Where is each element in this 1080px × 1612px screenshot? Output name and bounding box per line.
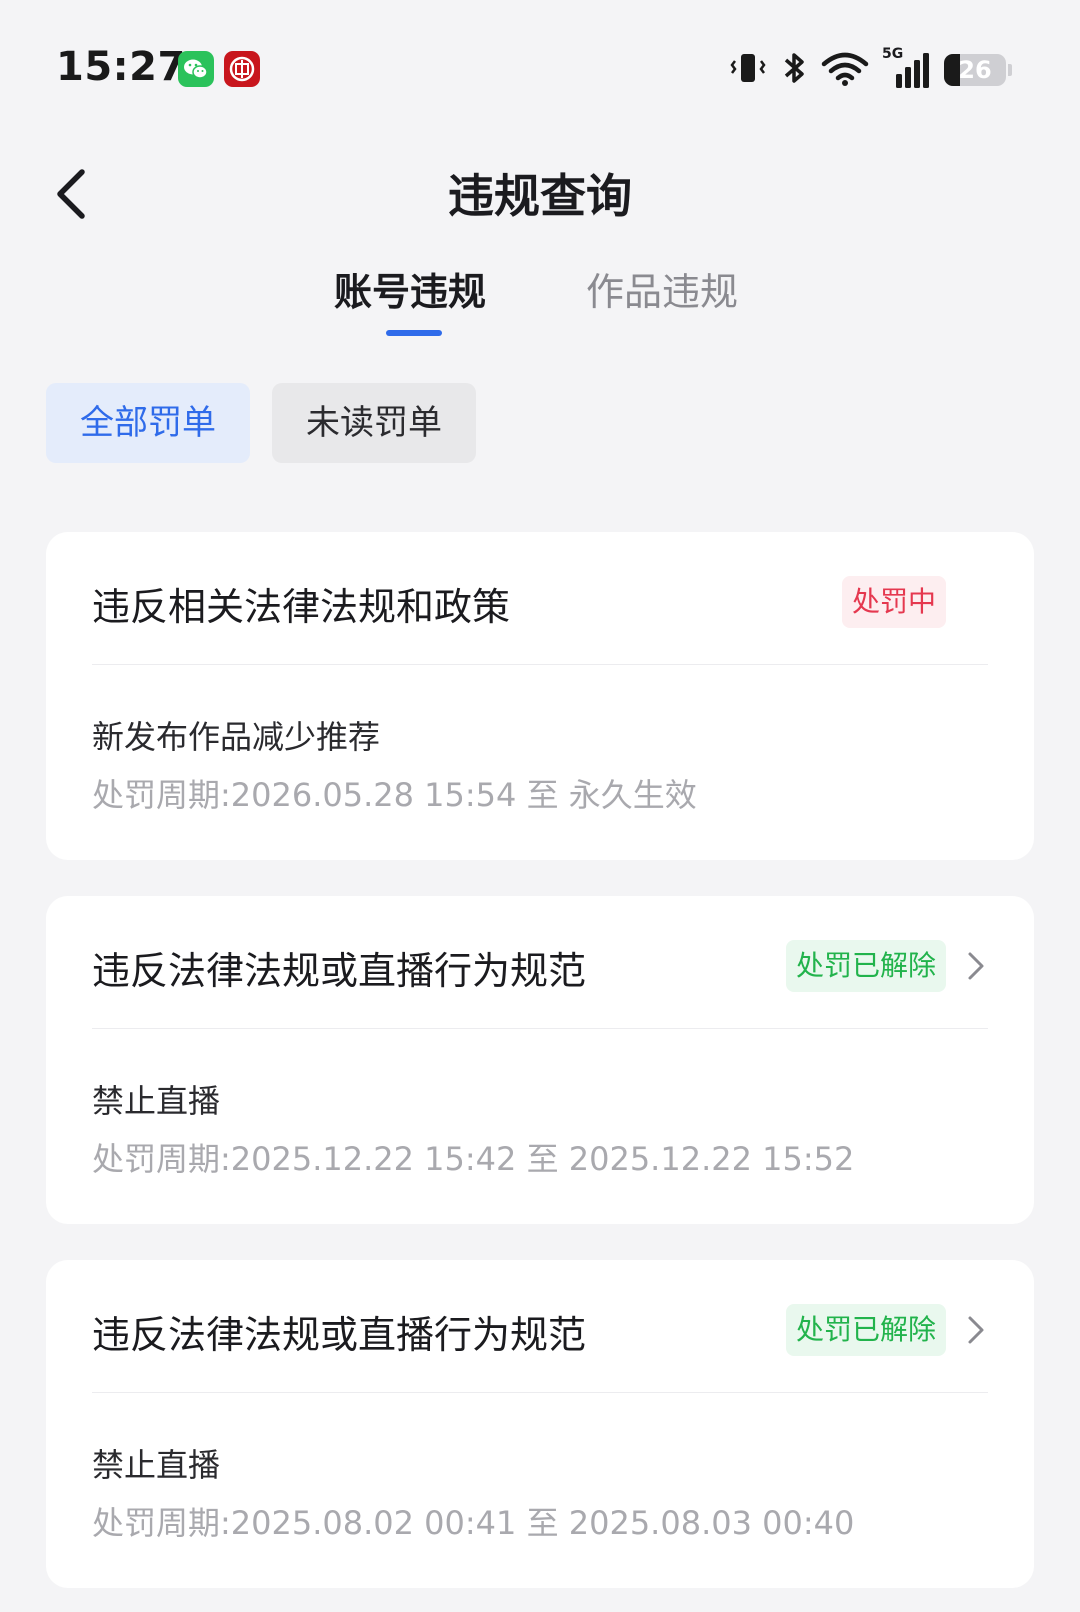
header: 违规查询 bbox=[0, 140, 1080, 260]
bluetooth-icon bbox=[780, 48, 808, 92]
tab-content-violations[interactable]: 作品违规 bbox=[586, 262, 738, 322]
penalty-title: 违反相关法律法规和政策 bbox=[92, 585, 511, 629]
vibrate-icon bbox=[728, 48, 768, 92]
wifi-icon bbox=[820, 48, 870, 92]
filter-unread-penalties[interactable]: 未读罚单 bbox=[272, 383, 476, 463]
penalty-card[interactable]: 违反法律法规或直播行为规范 处罚已解除 禁止直播 处罚周期:2025.08.02… bbox=[46, 1260, 1034, 1588]
status-badge: 处罚已解除 bbox=[785, 1304, 946, 1356]
page-title: 违规查询 bbox=[448, 169, 632, 223]
penalty-measure: 禁止直播 bbox=[92, 1082, 221, 1120]
card-divider bbox=[92, 664, 988, 665]
battery-cap bbox=[1008, 64, 1012, 76]
penalty-period: 处罚周期:2026.05.28 15:54 至 永久生效 bbox=[92, 776, 697, 814]
bank-app-icon bbox=[224, 51, 260, 87]
chevron-right-icon[interactable] bbox=[964, 1312, 988, 1348]
penalty-card[interactable]: 违反法律法规或直播行为规范 处罚已解除 禁止直播 处罚周期:2025.12.22… bbox=[46, 896, 1034, 1224]
status-bar: 15:27 5G 26 bbox=[0, 0, 1080, 140]
penalty-title: 违反法律法规或直播行为规范 bbox=[92, 949, 587, 993]
penalty-measure: 新发布作品减少推荐 bbox=[92, 718, 381, 756]
chevron-right-icon[interactable] bbox=[964, 948, 988, 984]
filter-all-penalties[interactable]: 全部罚单 bbox=[46, 383, 250, 463]
penalty-period: 处罚周期:2025.08.02 00:41 至 2025.08.03 00:40 bbox=[92, 1504, 855, 1542]
status-badge: 处罚已解除 bbox=[785, 940, 946, 992]
active-tab-indicator bbox=[386, 330, 442, 336]
tab-account-violations[interactable]: 账号违规 bbox=[334, 262, 486, 322]
cellular-signal-icon: 5G bbox=[882, 46, 932, 90]
penalty-measure: 禁止直播 bbox=[92, 1446, 221, 1484]
status-icons: 5G 26 bbox=[728, 46, 1012, 94]
penalty-card[interactable]: 违反相关法律法规和政策 处罚中 新发布作品减少推荐 处罚周期:2026.05.2… bbox=[46, 532, 1034, 860]
battery-level: 26 bbox=[958, 56, 992, 84]
card-divider bbox=[92, 1392, 988, 1393]
penalty-period: 处罚周期:2025.12.22 15:42 至 2025.12.22 15:52 bbox=[92, 1140, 855, 1178]
penalty-title: 违反法律法规或直播行为规范 bbox=[92, 1313, 587, 1357]
battery-icon: 26 bbox=[944, 54, 1006, 86]
status-badge: 处罚中 bbox=[841, 576, 946, 628]
wechat-icon bbox=[178, 51, 214, 87]
violation-tabs: 账号违规 作品违规 bbox=[0, 262, 1080, 342]
status-time: 15:27 bbox=[56, 44, 186, 90]
card-divider bbox=[92, 1028, 988, 1029]
